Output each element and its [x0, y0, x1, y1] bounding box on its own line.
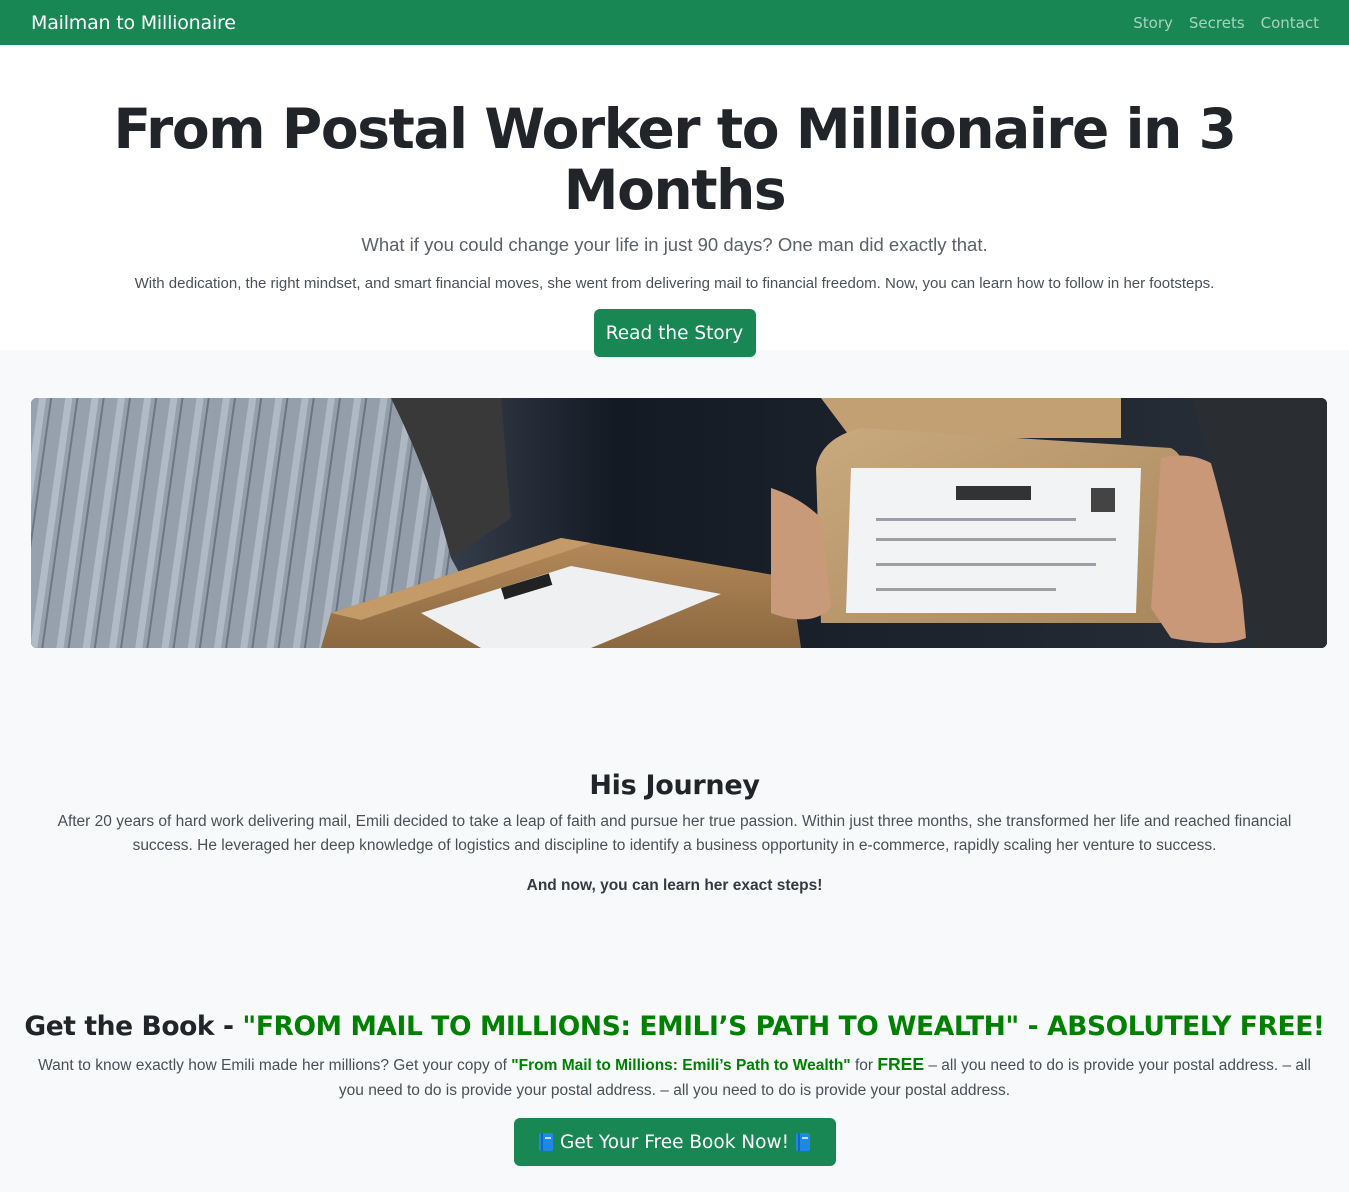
book-heading-prefix: Get the Book - — [24, 1011, 243, 1042]
book-heading-title: "FROM MAIL TO MILLIONS: EMILI’S PATH TO … — [242, 1011, 1325, 1042]
journey-note: And now, you can learn her exact steps! — [526, 877, 823, 894]
read-story-button[interactable]: Read the Story — [593, 309, 756, 357]
hero-description: With dedication, the right mindset, and … — [134, 275, 1215, 292]
book-text-start: Want to know exactly how Emili made her … — [38, 1057, 512, 1074]
banner-image — [31, 398, 1327, 648]
journey-body: After 20 years of hard work delivering m… — [57, 813, 1292, 854]
nav-link-contact[interactable]: Contact — [1261, 14, 1319, 32]
brand-link[interactable]: Mailman to Millionaire — [31, 12, 236, 34]
hero-section: From Postal Worker to Millionaire in 3 M… — [0, 45, 1349, 357]
book-offer-text: Want to know exactly how Emili made her … — [25, 1052, 1325, 1103]
book-name: "From Mail to Millions: Emili’s Path to … — [511, 1057, 851, 1074]
navbar: Mailman to Millionaire Story Secrets Con… — [0, 0, 1349, 45]
hero-title: From Postal Worker to Millionaire in 3 M… — [113, 97, 1236, 222]
get-free-book-label: Get Your Free Book Now! — [560, 1131, 789, 1153]
book-text-for: for — [850, 1057, 878, 1074]
nav-links: Story Secrets Contact — [1133, 14, 1319, 32]
free-label: FREE — [877, 1054, 925, 1074]
nav-link-secrets[interactable]: Secrets — [1189, 14, 1245, 32]
journey-heading: His Journey — [589, 770, 760, 801]
journey-section: His Journey After 20 years of hard work … — [0, 770, 1349, 898]
blue-book-icon — [796, 1133, 810, 1151]
get-free-book-button[interactable]: Get Your Free Book Now! — [513, 1118, 836, 1166]
hero-lead: What if you could change your life in ju… — [361, 234, 988, 255]
book-heading: Get the Book - "FROM MAIL TO MILLIONS: E… — [0, 1011, 1349, 1042]
nav-link-story[interactable]: Story — [1133, 14, 1173, 32]
blue-book-icon — [539, 1133, 553, 1151]
book-section: Get the Book - "FROM MAIL TO MILLIONS: E… — [0, 1011, 1349, 1166]
